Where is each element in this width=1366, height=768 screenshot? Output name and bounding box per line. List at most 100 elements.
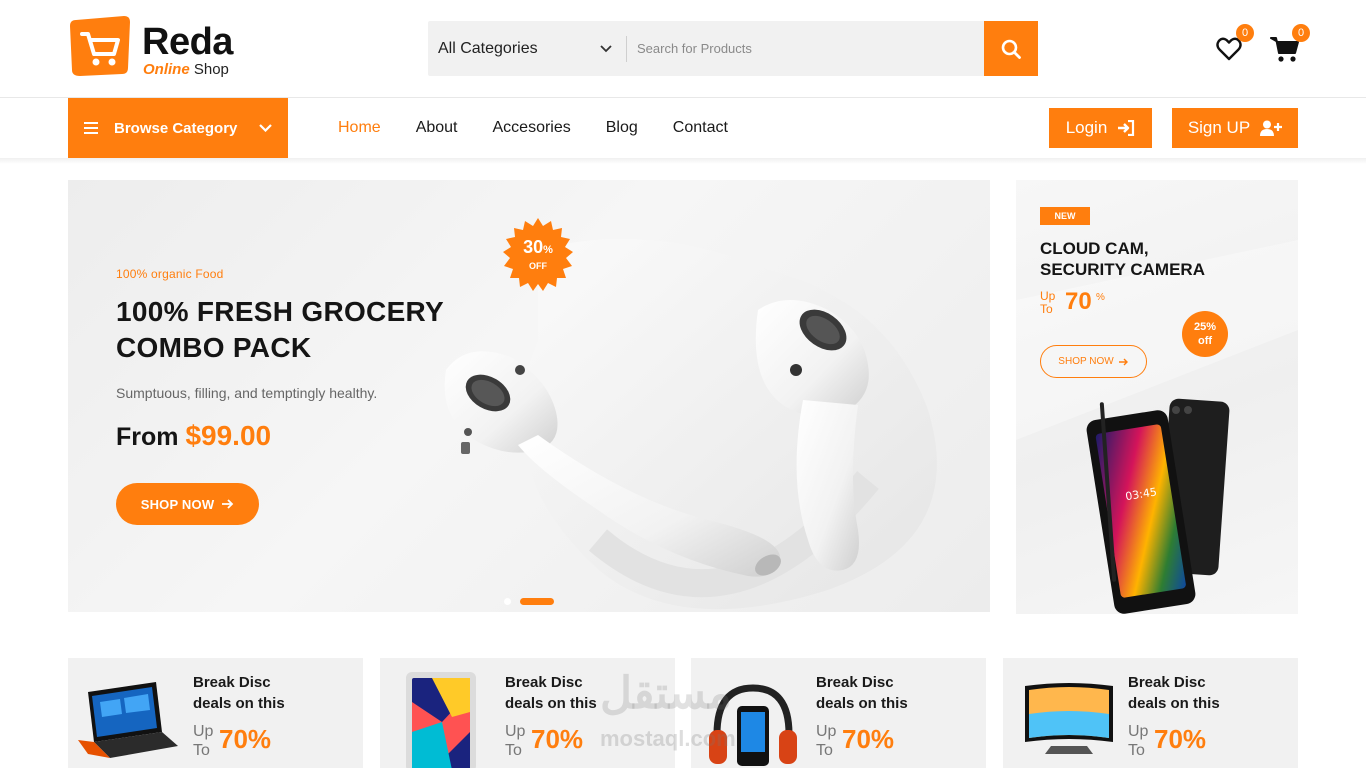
side-shop-now-label: SHOP NOW bbox=[1058, 356, 1114, 367]
logo-title[interactable]: Reda bbox=[142, 20, 233, 64]
side-banner-percent-sign: % bbox=[1096, 292, 1105, 303]
promo-to-label: To bbox=[1128, 742, 1145, 759]
hero-title-line1: 100% FRESH GROCERY bbox=[116, 296, 445, 327]
side-discount-badge: 25% off bbox=[1182, 311, 1228, 357]
side-discount-off: off bbox=[1197, 335, 1213, 347]
hero-price: From $99.00 bbox=[116, 420, 271, 452]
promo-card-title: Break Disc deals on this bbox=[816, 672, 908, 714]
promo-card-line2: deals on this bbox=[505, 695, 597, 712]
promo-to-label: To bbox=[816, 742, 833, 759]
promo-card-line1: Break Disc bbox=[193, 674, 271, 691]
promo-card-line2: deals on this bbox=[816, 695, 908, 712]
badge-off: OFF bbox=[529, 261, 547, 271]
logo-subtitle: Online Shop bbox=[143, 61, 229, 79]
side-banner-up-to: Up To bbox=[1040, 290, 1055, 316]
promo-card-laptop[interactable]: Break Disc deals on this Up To 70% bbox=[68, 658, 363, 768]
hero-price-amount: $99.00 bbox=[185, 420, 272, 451]
promo-card-percent: 70% bbox=[842, 724, 895, 754]
badge-percent: 30% bbox=[498, 238, 578, 259]
search-input[interactable] bbox=[627, 21, 984, 76]
promo-to-label: To bbox=[193, 742, 210, 759]
new-tag-badge: NEW bbox=[1040, 207, 1090, 225]
logo-sub-rest: Shop bbox=[193, 61, 229, 78]
promo-card-line2: deals on this bbox=[193, 695, 285, 712]
side-shop-now-button[interactable]: SHOP NOW bbox=[1040, 345, 1147, 378]
hero-eyebrow: 100% organic Food bbox=[116, 267, 224, 281]
side-banner-percent: 70 bbox=[1065, 288, 1092, 315]
promo-up-label: Up bbox=[816, 723, 837, 740]
signup-label: Sign UP bbox=[1187, 118, 1251, 137]
nav-about[interactable]: About bbox=[416, 119, 458, 137]
promo-card-title: Break Disc deals on this bbox=[193, 672, 285, 714]
promo-up-label: Up bbox=[193, 723, 214, 740]
promo-card-up-to: Up To bbox=[505, 722, 525, 760]
promo-card-title: Break Disc deals on this bbox=[505, 672, 597, 714]
side-banner[interactable]: 03:45 NEW CLOUD CAM, SECURITY CAMERA Up … bbox=[1016, 180, 1298, 614]
promo-card-line1: Break Disc bbox=[1128, 674, 1206, 691]
arrow-right-icon bbox=[1118, 358, 1128, 365]
main-nav: Home About Accesories Blog Contact bbox=[338, 98, 763, 158]
nav-accessories[interactable]: Accesories bbox=[493, 119, 571, 137]
signup-button[interactable]: Sign UP bbox=[1172, 108, 1298, 148]
user-plus-icon bbox=[1260, 120, 1283, 136]
side-discount-value: 25% bbox=[1193, 321, 1217, 333]
promo-card-line1: Break Disc bbox=[505, 674, 583, 691]
tablet-icon bbox=[406, 672, 476, 768]
promo-card-percent: 70% bbox=[1154, 724, 1207, 754]
promo-card-title: Break Disc deals on this bbox=[1128, 672, 1220, 714]
side-banner-title-line1: CLOUD CAM, bbox=[1040, 239, 1149, 258]
side-to-label: To bbox=[1040, 302, 1053, 316]
promo-card-up-to: Up To bbox=[816, 722, 836, 760]
nav-shadow bbox=[0, 158, 1366, 164]
hero-description: Sumptuous, filling, and temptingly healt… bbox=[116, 385, 378, 401]
logo-sub-highlight: Online bbox=[143, 61, 190, 78]
laptop-icon bbox=[78, 682, 178, 758]
promo-up-label: Up bbox=[1128, 723, 1149, 740]
hero-title-line2: COMBO PACK bbox=[116, 332, 312, 363]
promo-card-tv[interactable]: Break Disc deals on this Up To 70% bbox=[1003, 658, 1298, 768]
hero-banner[interactable]: 100% organic Food 100% FRESH GROCERY COM… bbox=[68, 180, 990, 612]
watermark-latin: mostaql.com bbox=[600, 726, 736, 751]
login-label: Login bbox=[1065, 118, 1108, 137]
slider-dot-2-active[interactable] bbox=[520, 598, 554, 605]
promo-card-up-to: Up To bbox=[193, 722, 213, 760]
category-select-value: All Categories bbox=[438, 39, 538, 57]
menu-icon bbox=[84, 122, 98, 134]
side-banner-title-line2: SECURITY CAMERA bbox=[1040, 260, 1205, 279]
promo-card-line2: deals on this bbox=[1128, 695, 1220, 712]
nav-home[interactable]: Home bbox=[338, 119, 381, 137]
discount-starburst-badge: 30% OFF bbox=[498, 216, 578, 296]
promo-to-label: To bbox=[505, 742, 522, 759]
browse-category-button[interactable]: Browse Category bbox=[68, 98, 288, 158]
login-button[interactable]: Login bbox=[1049, 108, 1152, 148]
hero-shop-now-label: SHOP NOW bbox=[140, 496, 215, 512]
heart-icon bbox=[1216, 37, 1242, 61]
slider-dot-1[interactable] bbox=[504, 598, 511, 605]
wishlist-count-badge: 0 bbox=[1236, 24, 1254, 42]
hero-title: 100% FRESH GROCERY COMBO PACK bbox=[116, 294, 444, 366]
nav-contact[interactable]: Contact bbox=[673, 119, 728, 137]
cart-count-badge: 0 bbox=[1292, 24, 1310, 42]
search-button[interactable] bbox=[984, 21, 1038, 76]
chevron-down-icon bbox=[259, 124, 272, 132]
logo-cart-icon[interactable] bbox=[68, 16, 132, 78]
hero-shop-now-button[interactable]: SHOP NOW bbox=[116, 483, 259, 525]
category-select[interactable]: All Categories bbox=[428, 21, 626, 76]
cart-button[interactable]: 0 bbox=[1268, 24, 1310, 66]
promo-card-percent: 70% bbox=[219, 724, 272, 754]
nav-blog[interactable]: Blog bbox=[606, 119, 638, 137]
browse-category-label: Browse Category bbox=[114, 119, 238, 137]
search-bar: All Categories bbox=[428, 21, 1038, 76]
badge-percent-value: 30 bbox=[523, 237, 544, 257]
wishlist-button[interactable]: 0 bbox=[1212, 24, 1254, 66]
watermark-arabic: مستقل bbox=[600, 669, 732, 718]
hero-price-prefix: From bbox=[116, 423, 179, 451]
chevron-down-icon bbox=[600, 44, 612, 52]
arrow-right-icon bbox=[222, 499, 234, 509]
promo-card-line1: Break Disc bbox=[816, 674, 894, 691]
search-icon bbox=[1001, 39, 1021, 59]
side-banner-title: CLOUD CAM, SECURITY CAMERA bbox=[1040, 238, 1205, 280]
badge-percent-sign: % bbox=[543, 244, 553, 256]
promo-card-percent: 70% bbox=[531, 724, 584, 754]
promo-up-label: Up bbox=[505, 723, 526, 740]
